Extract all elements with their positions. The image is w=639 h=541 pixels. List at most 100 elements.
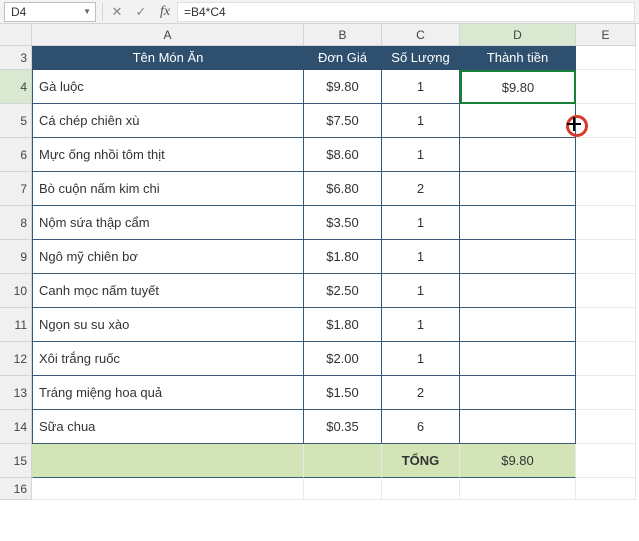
row-header-6[interactable]: 6 [0,138,32,172]
cell-E14[interactable] [576,410,636,444]
accept-formula-button[interactable]: ✓ [129,2,153,22]
column-header-A[interactable]: A [32,24,304,46]
row-header-9[interactable]: 9 [0,240,32,274]
cell-A14[interactable]: Sữa chua [32,410,304,444]
table-header-price: Đơn Giá [304,46,382,70]
column-header-B[interactable]: B [304,24,382,46]
row-header-7[interactable]: 7 [0,172,32,206]
cell-C11[interactable]: 1 [382,308,460,342]
cell-B11[interactable]: $1.80 [304,308,382,342]
cell-B4[interactable]: $9.80 [304,70,382,104]
cell-A11[interactable]: Ngọn su su xào [32,308,304,342]
row-header-11[interactable]: 11 [0,308,32,342]
cell-A8[interactable]: Nộm sứa thập cẩm [32,206,304,240]
cell-E4[interactable] [576,70,636,104]
row-header-10[interactable]: 10 [0,274,32,308]
row-header-3[interactable]: 3 [0,46,32,70]
cell-E8[interactable] [576,206,636,240]
cell-A7[interactable]: Bò cuộn nấm kim chi [32,172,304,206]
cell-B7[interactable]: $6.80 [304,172,382,206]
cell-A16[interactable] [32,478,304,500]
formula-bar: D4 ▼ ✕ ✓ fx =B4*C4 [0,0,639,24]
cell-D11[interactable] [460,308,576,342]
cell-A5[interactable]: Cá chép chiên xù [32,104,304,138]
cell-E7[interactable] [576,172,636,206]
cell-E16[interactable] [576,478,636,500]
divider [102,3,103,21]
cell-E3[interactable] [576,46,636,70]
cell-A10[interactable]: Canh mọc nấm tuyết [32,274,304,308]
cell-C7[interactable]: 2 [382,172,460,206]
cell-B9[interactable]: $1.80 [304,240,382,274]
cell-E13[interactable] [576,376,636,410]
cell-C16[interactable] [382,478,460,500]
cell-C13[interactable]: 2 [382,376,460,410]
cell-E6[interactable] [576,138,636,172]
cell-B14[interactable]: $0.35 [304,410,382,444]
cell-C12[interactable]: 1 [382,342,460,376]
table-header-name: Tên Món Ăn [32,46,304,70]
cell-C8[interactable]: 1 [382,206,460,240]
cell-B5[interactable]: $7.50 [304,104,382,138]
table-header-qty: Số Lượng [382,46,460,70]
cell-C10[interactable]: 1 [382,274,460,308]
row-header-14[interactable]: 14 [0,410,32,444]
row-header-8[interactable]: 8 [0,206,32,240]
insert-function-button[interactable]: fx [153,2,177,22]
select-all-corner[interactable] [0,24,32,46]
cell-D7[interactable] [460,172,576,206]
row-header-5[interactable]: 5 [0,104,32,138]
cell-D9[interactable] [460,240,576,274]
cell-B8[interactable]: $3.50 [304,206,382,240]
column-header-E[interactable]: E [576,24,636,46]
cell-D6[interactable] [460,138,576,172]
cell-A13[interactable]: Tráng miệng hoa quả [32,376,304,410]
row-header-16[interactable]: 16 [0,478,32,500]
cell-D5[interactable] [460,104,576,138]
row-header-4[interactable]: 4 [0,70,32,104]
cell-B6[interactable]: $8.60 [304,138,382,172]
cell-E5[interactable] [576,104,636,138]
total-value: $9.80 [460,444,576,478]
row-header-13[interactable]: 13 [0,376,32,410]
name-box-value: D4 [11,5,26,19]
cell-A6[interactable]: Mực ống nhồi tôm thịt [32,138,304,172]
table-header-total: Thành tiền [460,46,576,70]
name-box-dropdown-icon[interactable]: ▼ [83,7,91,16]
cell-B13[interactable]: $1.50 [304,376,382,410]
cell-D16[interactable] [460,478,576,500]
cell-C14[interactable]: 6 [382,410,460,444]
cell-B15[interactable] [304,444,382,478]
cell-A4[interactable]: Gà luộc [32,70,304,104]
cell-D4[interactable]: $9.80 [460,70,576,104]
column-header-D[interactable]: D [460,24,576,46]
column-header-C[interactable]: C [382,24,460,46]
cell-A9[interactable]: Ngô mỹ chiên bơ [32,240,304,274]
cancel-formula-button[interactable]: ✕ [105,2,129,22]
total-label: TỔNG [382,444,460,478]
cell-B12[interactable]: $2.00 [304,342,382,376]
cell-E10[interactable] [576,274,636,308]
cell-D8[interactable] [460,206,576,240]
cell-E11[interactable] [576,308,636,342]
cell-A15[interactable] [32,444,304,478]
cell-D13[interactable] [460,376,576,410]
cell-C4[interactable]: 1 [382,70,460,104]
cell-E15[interactable] [576,444,636,478]
cell-E9[interactable] [576,240,636,274]
cell-D12[interactable] [460,342,576,376]
cell-C9[interactable]: 1 [382,240,460,274]
formula-input[interactable]: =B4*C4 [177,2,635,22]
cell-A12[interactable]: Xôi trắng ruốc [32,342,304,376]
cell-C6[interactable]: 1 [382,138,460,172]
spreadsheet-grid[interactable]: ABCDE 3Tên Món ĂnĐơn GiáSố LượngThành tiề… [0,24,639,500]
cell-D10[interactable] [460,274,576,308]
cell-D14[interactable] [460,410,576,444]
cell-B16[interactable] [304,478,382,500]
name-box[interactable]: D4 ▼ [4,2,96,22]
row-header-15[interactable]: 15 [0,444,32,478]
cell-B10[interactable]: $2.50 [304,274,382,308]
cell-C5[interactable]: 1 [382,104,460,138]
row-header-12[interactable]: 12 [0,342,32,376]
cell-E12[interactable] [576,342,636,376]
